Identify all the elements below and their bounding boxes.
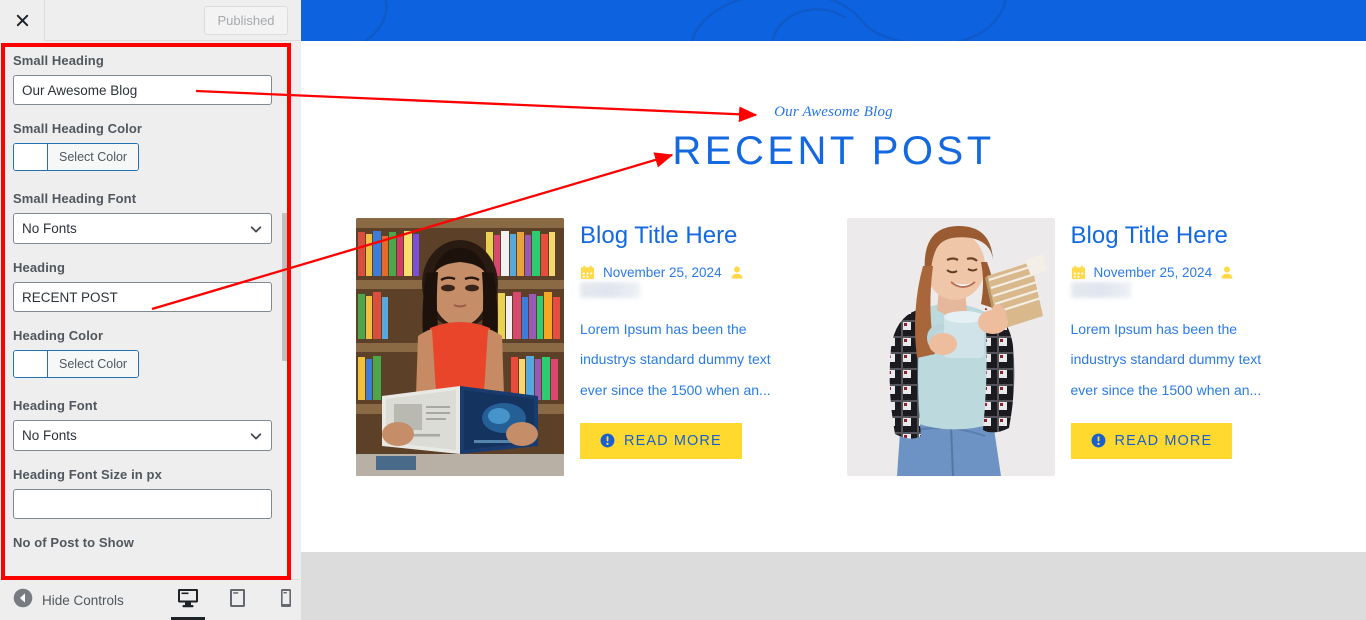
back-arrow-icon: [13, 588, 33, 613]
selected-font-value: No Fonts: [22, 428, 77, 443]
tablet-icon: [229, 588, 246, 613]
heading-font-size-input[interactable]: [13, 489, 272, 519]
post-thumbnail[interactable]: [356, 218, 564, 476]
preview-heading: RECENT POST: [672, 129, 995, 173]
small-heading-font-select[interactable]: No Fonts: [13, 213, 272, 244]
device-desktop-button[interactable]: [171, 580, 205, 620]
small-heading-input[interactable]: [13, 75, 272, 105]
control-label: No of Post to Show: [13, 535, 134, 550]
post-meta: November 25, 2024: [1071, 265, 1312, 280]
read-more-label: READ MORE: [624, 432, 722, 449]
post-meta: November 25, 2024: [580, 265, 821, 280]
desktop-icon: [177, 588, 199, 613]
post-title[interactable]: Blog Title Here: [580, 222, 821, 249]
control-label: Heading Color: [13, 328, 104, 343]
panel-scrollbar-thumb[interactable]: [282, 213, 291, 361]
post-card: Blog Title Here November 25, 2024 Lorem …: [356, 218, 821, 476]
chevron-down-icon: [249, 429, 263, 443]
customizer-header: Published: [0, 0, 300, 41]
site-banner: [301, 0, 1366, 41]
banner-decoration: [362, 0, 1007, 41]
read-more-button[interactable]: READ MORE: [580, 422, 742, 459]
close-icon: [15, 13, 30, 28]
info-circle-icon: [1091, 433, 1106, 448]
customizer-controls: Small Heading Small Heading Color Select…: [0, 41, 300, 579]
preview-small-heading: Our Awesome Blog: [774, 104, 893, 120]
read-more-button[interactable]: READ MORE: [1070, 422, 1233, 459]
control-no-of-post: No of Post to Show: [13, 535, 287, 550]
control-heading-color: Heading Color Select Color: [13, 328, 287, 382]
customizer-screen: Our Awesome Blog RECENT POST Blog Title …: [0, 0, 1366, 620]
user-icon: [1220, 265, 1234, 280]
hide-controls-label: Hide Controls: [42, 592, 124, 608]
info-circle-icon: [600, 433, 615, 448]
calendar-icon: [1071, 265, 1086, 280]
user-icon: [730, 265, 744, 280]
customizer-footer: Hide Controls: [0, 579, 300, 620]
site-content: Our Awesome Blog RECENT POST Blog Title …: [301, 41, 1366, 552]
control-small-heading-font: Small Heading Font No Fonts: [13, 191, 287, 244]
select-color-label: Select Color: [48, 351, 139, 377]
heading-input[interactable]: [13, 282, 272, 312]
post-card: Blog Title Here November 25, 2024 Lorem …: [846, 218, 1312, 476]
post-author-placeholder: [580, 282, 640, 299]
close-button[interactable]: [0, 0, 45, 41]
control-label: Heading Font: [13, 398, 98, 413]
control-heading: Heading: [13, 260, 287, 312]
post-date: November 25, 2024: [603, 265, 722, 281]
control-label: Small Heading: [13, 53, 104, 68]
device-tablet-button[interactable]: [224, 580, 250, 620]
control-heading-font: Heading Font No Fonts: [13, 398, 287, 451]
control-label: Heading Font Size in px: [13, 467, 162, 482]
site-preview-frame: Our Awesome Blog RECENT POST Blog Title …: [301, 0, 1366, 620]
heading-font-select[interactable]: No Fonts: [13, 420, 272, 451]
read-more-label: READ MORE: [1114, 432, 1213, 449]
calendar-icon: [580, 265, 595, 280]
customizer-panel: Published Small Heading Small Heading Co…: [0, 0, 300, 620]
post-excerpt: Lorem Ipsum has been the industrys stand…: [580, 321, 771, 398]
control-heading-font-size: Heading Font Size in px: [13, 467, 287, 519]
mobile-icon: [280, 588, 292, 613]
control-label: Heading: [13, 260, 65, 275]
heading-color-picker[interactable]: Select Color: [13, 350, 140, 378]
control-small-heading-color: Small Heading Color Select Color: [13, 121, 287, 175]
control-label: Small Heading Color: [13, 121, 143, 136]
device-preview-buttons: [171, 580, 299, 620]
publish-button[interactable]: Published: [204, 6, 288, 35]
post-card-body: Blog Title Here November 25, 2024 Lorem …: [1070, 218, 1312, 476]
device-mobile-button[interactable]: [273, 580, 299, 620]
post-thumbnail[interactable]: [846, 218, 1055, 476]
site-footer-strip: [301, 552, 1366, 620]
post-author-placeholder: [1070, 282, 1131, 299]
post-card-list: Blog Title Here November 25, 2024 Lorem …: [301, 218, 1366, 476]
select-color-label: Select Color: [48, 144, 139, 170]
post-excerpt: Lorem Ipsum has been the industrys stand…: [1070, 321, 1262, 398]
color-swatch: [14, 351, 48, 377]
small-heading-color-picker[interactable]: Select Color: [13, 143, 140, 171]
color-swatch: [14, 144, 48, 170]
chevron-down-icon: [249, 222, 263, 236]
control-small-heading: Small Heading: [13, 53, 287, 105]
selected-font-value: No Fonts: [22, 221, 77, 236]
post-date: November 25, 2024: [1093, 265, 1213, 281]
control-label: Small Heading Font: [13, 191, 137, 206]
post-card-body: Blog Title Here November 25, 2024 Lorem …: [580, 218, 821, 476]
publish-label: Published: [217, 13, 275, 28]
post-title[interactable]: Blog Title Here: [1071, 222, 1312, 249]
panel-scrollbar-track[interactable]: [282, 41, 295, 579]
hide-controls-button[interactable]: Hide Controls: [0, 588, 124, 613]
